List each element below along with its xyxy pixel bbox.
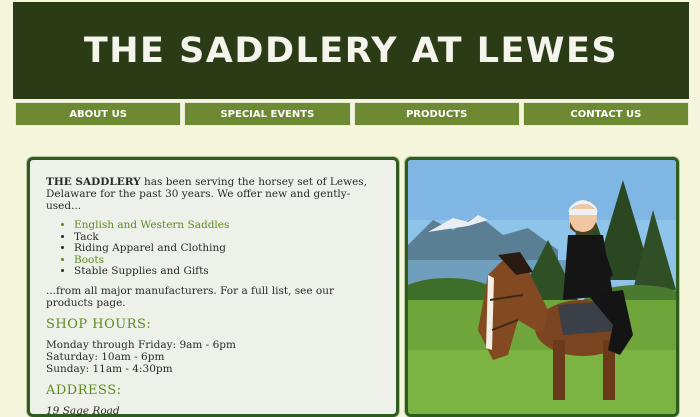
hours-block: Monday through Friday: 9am - 6pm Saturda… [46, 339, 382, 375]
product-list: English and Western Saddles Tack Riding … [46, 219, 382, 278]
outro-text: ...from all major manufacturers. For a f… [46, 284, 335, 309]
list-item: English and Western Saddles [74, 219, 382, 232]
main-nav: ABOUT US SPECIAL EVENTS PRODUCTS CONTACT… [15, 102, 689, 126]
horse-rider-image [408, 160, 676, 414]
list-item: Riding Apparel and Clothing [74, 242, 382, 255]
hours-line: Sunday: 11am - 4:30pm [46, 362, 173, 375]
nav-about-us[interactable]: ABOUT US [15, 102, 182, 126]
hours-line: Monday through Friday: 9am - 6pm [46, 338, 236, 351]
hours-line: Saturday: 10am - 6pm [46, 350, 165, 363]
address-heading: ADDRESS: [46, 382, 122, 398]
intro-panel: THE SADDLERY has been serving the horsey… [27, 157, 399, 417]
hours-heading: SHOP HOURS: [46, 316, 152, 332]
site-title: THE SADDLERY AT LEWES [83, 30, 619, 71]
rider-photo [405, 157, 679, 417]
nav-special-events[interactable]: SPECIAL EVENTS [184, 102, 351, 126]
list-item: Stable Supplies and Gifts [74, 265, 382, 278]
address-line: 19 Sage Road [46, 404, 120, 417]
intro-paragraph: THE SADDLERY has been serving the horsey… [46, 176, 382, 212]
intro-business-name: THE SADDLERY [46, 176, 141, 188]
site-banner: THE SADDLERY AT LEWES [13, 2, 689, 99]
nav-products[interactable]: PRODUCTS [353, 102, 520, 126]
nav-contact-us[interactable]: CONTACT US [522, 102, 689, 126]
